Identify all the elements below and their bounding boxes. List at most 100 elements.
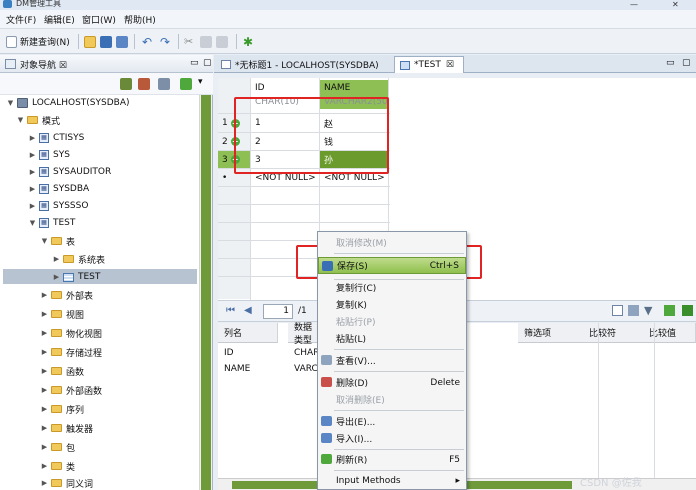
tree-server[interactable]: ▼ LOCALHOST(SYSDBA) [6,95,130,111]
navigator-menu-icon[interactable]: ▾ [198,77,203,87]
close-window-icon[interactable]: ✕ [672,0,679,9]
collapse-icon[interactable]: ▶ [40,462,49,470]
collapse-icon[interactable]: ▶ [40,348,49,356]
tree-table-group[interactable]: ▼ 表 [40,233,75,249]
filter-icon[interactable] [158,78,170,90]
collapse-icon[interactable]: ▶ [28,134,37,142]
column-name-cell[interactable]: ID [218,346,234,360]
editor-maximize-icon[interactable]: ▢ [682,58,691,68]
redo-icon[interactable]: ↷ [160,34,170,49]
tree-materialized-views[interactable]: ▶ 物化视图 [40,325,102,341]
navigator-scrollbar[interactable] [199,95,212,490]
new-query-button[interactable]: 新建查询(N) [6,34,70,49]
collapse-icon[interactable]: ▶ [40,405,49,413]
collapse-icon[interactable]: ▶ [52,255,61,263]
tree-synonyms[interactable]: ▶ 同义词 [40,475,93,490]
editor-minimize-icon[interactable]: ▭ [666,58,675,68]
menu-paste-row[interactable]: 粘贴行(P) [318,313,466,330]
menu-view[interactable]: 查看(V)... [318,352,466,369]
column-filter-icon[interactable] [628,305,639,316]
collapse-icon[interactable]: ▶ [40,386,49,394]
collapse-icon[interactable]: ▶ [40,329,49,337]
menu-delete[interactable]: 删除(D) Delete [318,374,466,391]
menu-save[interactable]: 保存(S) Ctrl+S [318,257,466,274]
tree-views[interactable]: ▶ 视图 [40,306,84,322]
collapse-icon[interactable]: ▶ [40,479,49,487]
tree-external-functions[interactable]: ▶ 外部函数 [40,382,102,398]
menu-edit[interactable]: 编辑(E) [44,13,75,26]
first-page-icon[interactable]: ⏮ [226,305,235,316]
tree-schema-sys[interactable]: ▶ ▦ SYS [28,147,70,163]
tree-classes[interactable]: ▶ 类 [40,458,75,474]
grid-view-icon[interactable] [612,305,623,316]
collapse-icon[interactable]: ▶ [40,291,49,299]
expand-icon[interactable]: ▼ [28,219,37,227]
undo-icon[interactable]: ↶ [142,34,152,49]
menu-copy-row[interactable]: 复制行(C) [318,279,466,296]
expand-icon[interactable]: ▼ [16,116,25,124]
column-type-cell[interactable]: CHAR [288,346,319,360]
tree-schema-sysdba[interactable]: ▶ ▦ SYSDBA [28,181,89,197]
expand-icon[interactable]: ▼ [6,99,15,107]
header-data-type[interactable]: 数据类型 [288,323,318,346]
menu-cancel-edit[interactable]: 取消修改(M) [318,234,466,251]
navigator-scroll-thumb[interactable] [201,95,211,490]
collapse-icon[interactable]: ▶ [52,273,61,281]
collapse-icon[interactable]: ▶ [28,185,37,193]
debug-icon[interactable]: ✱ [243,34,253,49]
tab-test-table[interactable]: *TEST ☒ [394,56,464,73]
copy-icon[interactable] [200,34,212,49]
column-name-cell[interactable]: NAME [218,362,250,376]
tree-procedures[interactable]: ▶ 存储过程 [40,344,102,360]
tab-close-icon[interactable]: ☒ [446,60,454,70]
menu-refresh[interactable]: 刷新(R) F5 [318,451,466,468]
tree-packages[interactable]: ▶ 包 [40,439,75,455]
tree-schema-ctisys[interactable]: ▶ ▦ CTISYS [28,130,84,146]
collapse-icon[interactable]: ▶ [28,168,37,176]
tree-sequences[interactable]: ▶ 序列 [40,401,84,417]
tree-external-tables[interactable]: ▶ 外部表 [40,287,93,303]
tree-functions[interactable]: ▶ 函数 [40,363,84,379]
minimize-icon[interactable]: — [630,0,638,9]
paste-icon[interactable] [216,34,228,49]
collapse-icon[interactable]: ▶ [40,424,49,432]
open-icon[interactable] [84,34,96,49]
menu-file[interactable]: 文件(F) [6,13,36,26]
tree-schema-sysso[interactable]: ▶ ▦ SYSSSO [28,198,88,214]
tree-system-tables[interactable]: ▶ 系统表 [52,251,105,267]
save-icon[interactable] [100,34,112,49]
tree-schema-test[interactable]: ▼ ▦ TEST [28,215,75,231]
header-operator[interactable]: 比较符 [583,323,648,343]
tree-table-test[interactable]: ▶ TEST [52,269,101,285]
menu-paste[interactable]: 粘贴(L) [318,330,466,347]
header-column-name[interactable]: 列名 [218,323,278,343]
apply-filter-icon[interactable] [664,305,675,316]
menu-copy[interactable]: 复制(K) [318,296,466,313]
menu-undo-delete[interactable]: 取消删除(E) [318,391,466,408]
prev-page-icon[interactable]: ◀ [244,305,252,316]
menu-input-methods[interactable]: Input Methods ▸ [318,472,466,489]
collapse-icon[interactable]: ▶ [28,151,37,159]
expand-icon[interactable]: ▼ [40,237,49,245]
column-header-id[interactable]: ID [251,80,319,96]
menu-import[interactable]: 导入(I)... [318,430,466,447]
filter-funnel-icon[interactable]: ▼ [644,304,652,317]
tree-schema-group[interactable]: ▼ 模式 [16,112,60,128]
menu-window[interactable]: 窗口(W) [82,13,116,26]
connect-icon[interactable] [120,78,132,90]
collapse-icon[interactable]: ▶ [28,202,37,210]
navigator-close-icon[interactable]: ☒ [59,61,67,71]
disconnect-icon[interactable] [138,78,150,90]
save-all-icon[interactable] [116,34,128,49]
page-number-input[interactable]: 1 [263,304,293,319]
tree-triggers[interactable]: ▶ 触发器 [40,420,93,436]
cut-icon[interactable]: ✂ [184,34,193,49]
refresh-tree-icon[interactable] [180,78,192,90]
menu-export[interactable]: 导出(E)... [318,413,466,430]
column-header-name[interactable]: NAME [320,80,388,96]
collapse-icon[interactable]: ▶ [40,310,49,318]
navigator-minimize-icon[interactable]: ▭ [190,58,199,68]
clear-filter-icon[interactable] [682,305,693,316]
header-value[interactable]: 比较值 [643,323,696,343]
menu-help[interactable]: 帮助(H) [124,13,156,26]
